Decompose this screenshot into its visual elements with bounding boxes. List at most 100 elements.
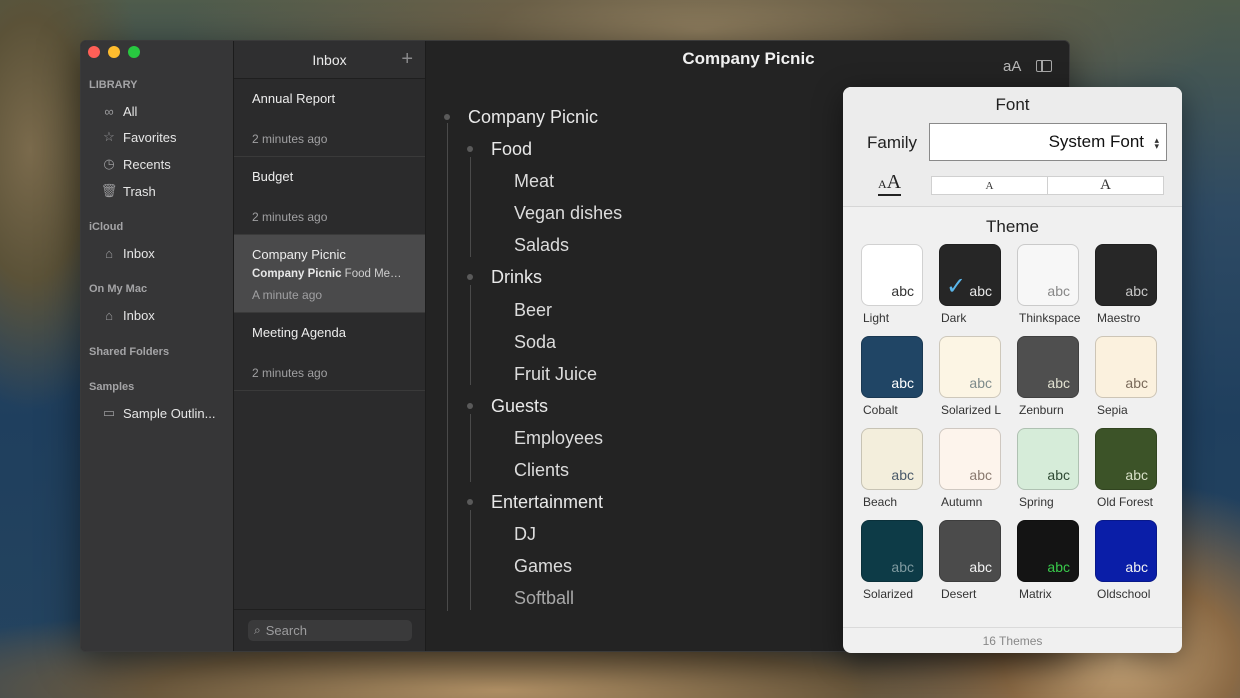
outline-row[interactable]: Games: [514, 556, 572, 577]
theme-sample-text: abc: [891, 559, 914, 575]
outline-row[interactable]: Salads: [514, 235, 569, 256]
family-label: Family: [867, 133, 918, 152]
sidebar-item-trash[interactable]: 🗑 Trash: [99, 180, 156, 202]
close-button[interactable]: [88, 46, 100, 58]
outline-row[interactable]: Drinks: [491, 267, 542, 288]
outline-row[interactable]: Entertainment: [491, 492, 603, 513]
trash-icon: 🗑: [100, 183, 118, 198]
theme-sample-text: abc: [969, 559, 992, 575]
theme-name: Thinkspace: [1019, 311, 1081, 325]
plus-icon[interactable]: +: [401, 48, 413, 71]
theme-swatch[interactable]: abc: [939, 336, 1001, 398]
theme-swatch[interactable]: abc: [861, 428, 923, 490]
zoom-button[interactable]: [128, 46, 140, 58]
sidebar-item-all[interactable]: ∞ All: [99, 100, 137, 122]
outline-row[interactable]: Soda: [514, 332, 556, 353]
outline-row[interactable]: Employees: [514, 428, 603, 449]
outline-row[interactable]: Clients: [514, 460, 569, 481]
outline-guide: [470, 414, 471, 482]
theme-name: Matrix: [1019, 587, 1052, 601]
document-item[interactable]: Meeting Agenda 2 minutes ago: [234, 313, 425, 391]
sidebar-item-mac-inbox[interactable]: ⌂ Inbox: [99, 304, 155, 326]
theme-swatch[interactable]: abc: [1017, 520, 1079, 582]
section-on-my-mac: On My Mac: [89, 283, 148, 295]
document-preview-text: Food Meat...: [341, 268, 407, 280]
theme-sample-text: abc: [1047, 283, 1070, 299]
theme-sample-text: abc: [891, 467, 914, 483]
theme-swatch[interactable]: abc: [1017, 336, 1079, 398]
outline-row[interactable]: Guests: [491, 396, 548, 417]
outline-row[interactable]: Meat: [514, 171, 554, 192]
outline-row[interactable]: Fruit Juice: [514, 364, 597, 385]
theme-sample-text: abc: [1047, 467, 1070, 483]
document-title: Annual Report: [252, 91, 336, 106]
document-list-title: Inbox: [312, 51, 347, 68]
search-placeholder: Search: [265, 623, 307, 638]
theme-heading: Theme: [986, 217, 1039, 236]
outline-guide: [470, 157, 471, 257]
theme-swatch[interactable]: abc: [939, 520, 1001, 582]
outline-bullet[interactable]: [467, 403, 473, 409]
sidebar-item-label: Favorites: [123, 129, 177, 145]
theme-sample-text: abc: [891, 375, 914, 391]
theme-swatch[interactable]: abc: [861, 244, 923, 306]
sidebar-toggle-icon[interactable]: [1036, 60, 1052, 72]
outline-bullet[interactable]: [467, 274, 473, 280]
folder-icon: ▭: [102, 405, 116, 420]
font-settings-button[interactable]: aA: [1003, 58, 1021, 75]
sidebar-item-favorites[interactable]: ☆ Favorites: [99, 126, 176, 148]
theme-name: Spring: [1019, 495, 1054, 509]
document-item-selected[interactable]: Company Picnic Company Picnic Food Meat.…: [234, 235, 425, 313]
theme-name: Cobalt: [863, 403, 898, 417]
theme-swatch[interactable]: abc: [1017, 428, 1079, 490]
sidebar-item-recents[interactable]: ◷ Recents: [99, 153, 170, 175]
document-item[interactable]: Annual Report 2 minutes ago: [234, 79, 425, 157]
theme-sample-text: abc: [969, 467, 992, 483]
outline-row[interactable]: Beer: [514, 300, 552, 321]
theme-swatch[interactable]: abc: [1095, 520, 1157, 582]
sidebar-item-icloud-inbox[interactable]: ⌂ Inbox: [99, 242, 155, 264]
clock-icon: ◷: [103, 156, 115, 171]
theme-name: Autumn: [941, 495, 983, 509]
outline-row[interactable]: DJ: [514, 524, 536, 545]
document-title: Budget: [252, 169, 294, 184]
document-item[interactable]: Budget 2 minutes ago: [234, 157, 425, 235]
outline-row[interactable]: Softball: [514, 588, 574, 609]
search-icon: ⌕: [254, 623, 261, 637]
theme-swatch[interactable]: abc: [1095, 428, 1157, 490]
outline-bullet[interactable]: [444, 114, 450, 120]
document-preview: Company Picnic Food Meat...: [252, 268, 407, 280]
font-family-value: System Font: [1048, 132, 1144, 151]
theme-swatch[interactable]: abc: [1017, 244, 1079, 306]
theme-swatch[interactable]: abc: [861, 336, 923, 398]
theme-name: Zenburn: [1019, 403, 1064, 417]
themes-count: 16 Themes: [843, 627, 1182, 653]
document-time: 2 minutes ago: [252, 210, 328, 224]
outline-row[interactable]: Food: [491, 139, 532, 160]
outline-row[interactable]: Vegan dishes: [514, 203, 622, 224]
document-preview-bold: Company Picnic: [252, 268, 342, 280]
theme-swatch[interactable]: abc: [861, 520, 923, 582]
document-time: A minute ago: [252, 288, 323, 302]
outline-row-root[interactable]: Company Picnic: [468, 107, 598, 128]
sidebar-item-label: Inbox: [123, 307, 155, 323]
theme-swatch[interactable]: abc: [1095, 244, 1157, 306]
sidebar-item-label: Inbox: [123, 245, 155, 261]
theme-swatch[interactable]: abc: [939, 428, 1001, 490]
section-icloud: iCloud: [89, 221, 124, 233]
font-smaller-button[interactable]: A: [932, 177, 1047, 194]
theme-name: Desert: [941, 587, 977, 601]
theme-swatch[interactable]: abc ✓: [939, 244, 1001, 306]
font-family-select[interactable]: System Font ▴ ▾: [929, 123, 1167, 161]
theme-sample-text: abc: [1125, 467, 1148, 483]
outline-bullet[interactable]: [467, 146, 473, 152]
minimize-button[interactable]: [108, 46, 120, 58]
theme-name: Light: [863, 311, 890, 325]
theme-sample-text: abc: [1125, 559, 1148, 575]
theme-swatch[interactable]: abc: [1095, 336, 1157, 398]
font-larger-button[interactable]: A: [1047, 177, 1163, 194]
outline-bullet[interactable]: [467, 499, 473, 505]
search-field[interactable]: ⌕ Search: [248, 620, 412, 641]
theme-sample-text: abc: [1125, 283, 1148, 299]
sidebar-item-sample-outlines[interactable]: ▭ Sample Outlin...: [99, 402, 216, 424]
